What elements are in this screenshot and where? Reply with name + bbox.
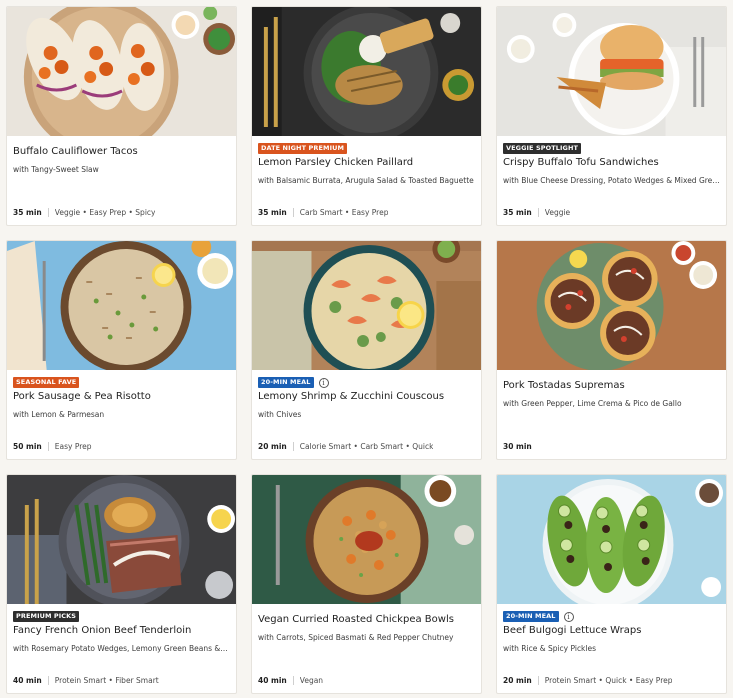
recipe-title: Pork Tostadas Supremas [503, 380, 625, 391]
recipe-card-vegan-curried-roasted-chickpea-bowls[interactable]: Vegan Curried Roasted Chickpea Bowls wit… [251, 474, 482, 694]
meta-divider [292, 442, 294, 451]
recipe-subtitle: with Lemon & Parmesan [13, 410, 105, 419]
recipe-card-beef-bulgogi-lettuce-wraps[interactable]: 20-MIN MEAL i Beef Bulgogi Lettuce Wraps… [496, 474, 727, 694]
recipe-subtitle: with Tangy-Sweet Slaw [13, 165, 99, 174]
badge-row: PREMIUM PICKS [13, 611, 80, 622]
recipe-card-crispy-buffalo-tofu-sandwiches[interactable]: VEGGIE SPOTLIGHT Crispy Buffalo Tofu San… [496, 6, 727, 226]
badge-row: SEASONAL FAVE [13, 377, 80, 388]
recipe-card-buffalo-cauliflower-tacos[interactable]: Buffalo Cauliflower Tacos with Tangy-Swe… [6, 6, 237, 226]
card-body: Buffalo Cauliflower Tacos with Tangy-Swe… [7, 136, 236, 225]
meta-divider [537, 676, 539, 685]
card-body: Pork Tostadas Supremas with Green Pepper… [497, 370, 726, 459]
recipe-tags: Protein Smart • Quick • Easy Prep [544, 676, 673, 685]
recipe-grid: Buffalo Cauliflower Tacos with Tangy-Swe… [6, 6, 727, 694]
card-body: PREMIUM PICKS Fancy French Onion Beef Te… [7, 604, 236, 693]
recipe-meta: 35 min Carb Smart • Easy Prep [258, 208, 475, 217]
recipe-tags: Protein Smart • Fiber Smart [54, 676, 159, 685]
recipe-meta: 35 min Veggie • Easy Prep • Spicy [13, 208, 230, 217]
meta-divider [47, 676, 49, 685]
cook-time: 30 min [503, 442, 532, 451]
cook-time: 40 min [258, 676, 287, 685]
recipe-subtitle: with Blue Cheese Dressing, Potato Wedges… [503, 176, 720, 185]
risotto-photo [7, 241, 236, 370]
recipe-subtitle: with Carrots, Spiced Basmati & Red Peppe… [258, 633, 454, 642]
recipe-title: Crispy Buffalo Tofu Sandwiches [503, 157, 659, 168]
recipe-subtitle: with Green Pepper, Lime Crema & Pico de … [503, 399, 682, 408]
recipe-subtitle: with Rice & Spicy Pickles [503, 644, 597, 653]
chickpea-bowl-photo [252, 475, 481, 604]
card-body: DATE NIGHT PREMIUM Lemon Parsley Chicken… [252, 136, 481, 225]
recipe-card-lemony-shrimp-zucchini-couscous[interactable]: 20-MIN MEAL i Lemony Shrimp & Zucchini C… [251, 240, 482, 460]
recipe-title: Beef Bulgogi Lettuce Wraps [503, 625, 642, 636]
promo-badge: 20-MIN MEAL [503, 611, 559, 622]
recipe-card-pork-sausage-pea-risotto[interactable]: SEASONAL FAVE Pork Sausage & Pea Risotto… [6, 240, 237, 460]
recipe-meta: 40 min Protein Smart • Fiber Smart [13, 676, 230, 685]
tacos-photo [7, 7, 236, 136]
chicken-paillard-photo [252, 7, 481, 136]
cook-time: 20 min [258, 442, 287, 451]
meta-divider [292, 208, 294, 217]
card-body: VEGGIE SPOTLIGHT Crispy Buffalo Tofu San… [497, 136, 726, 225]
promo-badge: 20-MIN MEAL [258, 377, 314, 388]
promo-badge: VEGGIE SPOTLIGHT [503, 143, 582, 154]
meta-divider [292, 676, 294, 685]
card-body: Vegan Curried Roasted Chickpea Bowls wit… [252, 604, 481, 693]
card-body: SEASONAL FAVE Pork Sausage & Pea Risotto… [7, 370, 236, 459]
recipe-meta: 50 min Easy Prep [13, 442, 230, 451]
recipe-tags: Easy Prep [54, 442, 92, 451]
lettuce-wraps-photo [497, 475, 726, 604]
badge-row: 20-MIN MEAL i [258, 377, 329, 388]
badge-row: VEGGIE SPOTLIGHT [503, 143, 582, 154]
recipe-card-pork-tostadas-supremas[interactable]: Pork Tostadas Supremas with Green Pepper… [496, 240, 727, 460]
recipe-title: Pork Sausage & Pea Risotto [13, 391, 151, 402]
recipe-tags: Calorie Smart • Carb Smart • Quick [299, 442, 434, 451]
recipe-card-lemon-parsley-chicken-paillard[interactable]: DATE NIGHT PREMIUM Lemon Parsley Chicken… [251, 6, 482, 226]
promo-badge: PREMIUM PICKS [13, 611, 80, 622]
recipe-card-fancy-french-onion-beef-tenderloin[interactable]: PREMIUM PICKS Fancy French Onion Beef Te… [6, 474, 237, 694]
cook-time: 35 min [13, 208, 42, 217]
recipe-meta: 20 min Protein Smart • Quick • Easy Prep [503, 676, 720, 685]
tofu-sandwich-photo [497, 7, 726, 136]
recipe-title: Vegan Curried Roasted Chickpea Bowls [258, 614, 454, 625]
info-icon[interactable]: i [318, 377, 329, 388]
shrimp-couscous-photo [252, 241, 481, 370]
beef-tenderloin-photo [7, 475, 236, 604]
recipe-subtitle: with Chives [258, 410, 302, 419]
cook-time: 40 min [13, 676, 42, 685]
recipe-subtitle: with Rosemary Potato Wedges, Lemony Gree… [13, 644, 230, 653]
meta-divider [47, 208, 49, 217]
recipe-tags: Carb Smart • Easy Prep [299, 208, 389, 217]
meta-divider [47, 442, 49, 451]
recipe-subtitle: with Balsamic Burrata, Arugula Salad & T… [258, 176, 474, 185]
recipe-title: Buffalo Cauliflower Tacos [13, 146, 138, 157]
recipe-meta: 20 min Calorie Smart • Carb Smart • Quic… [258, 442, 475, 451]
recipe-tags: Veggie [544, 208, 571, 217]
meta-divider [537, 208, 539, 217]
badge-row: DATE NIGHT PREMIUM [258, 143, 348, 154]
recipe-title: Lemony Shrimp & Zucchini Couscous [258, 391, 445, 402]
recipe-meta: 30 min [503, 442, 720, 451]
recipe-title: Fancy French Onion Beef Tenderloin [13, 625, 192, 636]
card-body: 20-MIN MEAL i Beef Bulgogi Lettuce Wraps… [497, 604, 726, 693]
promo-badge: DATE NIGHT PREMIUM [258, 143, 348, 154]
recipe-tags: Vegan [299, 676, 324, 685]
cook-time: 35 min [503, 208, 532, 217]
badge-row: 20-MIN MEAL i [503, 611, 574, 622]
promo-badge: SEASONAL FAVE [13, 377, 80, 388]
recipe-title: Lemon Parsley Chicken Paillard [258, 157, 414, 168]
card-body: 20-MIN MEAL i Lemony Shrimp & Zucchini C… [252, 370, 481, 459]
cook-time: 35 min [258, 208, 287, 217]
recipe-meta: 40 min Vegan [258, 676, 475, 685]
recipe-tags: Veggie • Easy Prep • Spicy [54, 208, 156, 217]
cook-time: 50 min [13, 442, 42, 451]
recipe-meta: 35 min Veggie [503, 208, 720, 217]
tostadas-photo [497, 241, 726, 370]
info-icon[interactable]: i [563, 611, 574, 622]
cook-time: 20 min [503, 676, 532, 685]
